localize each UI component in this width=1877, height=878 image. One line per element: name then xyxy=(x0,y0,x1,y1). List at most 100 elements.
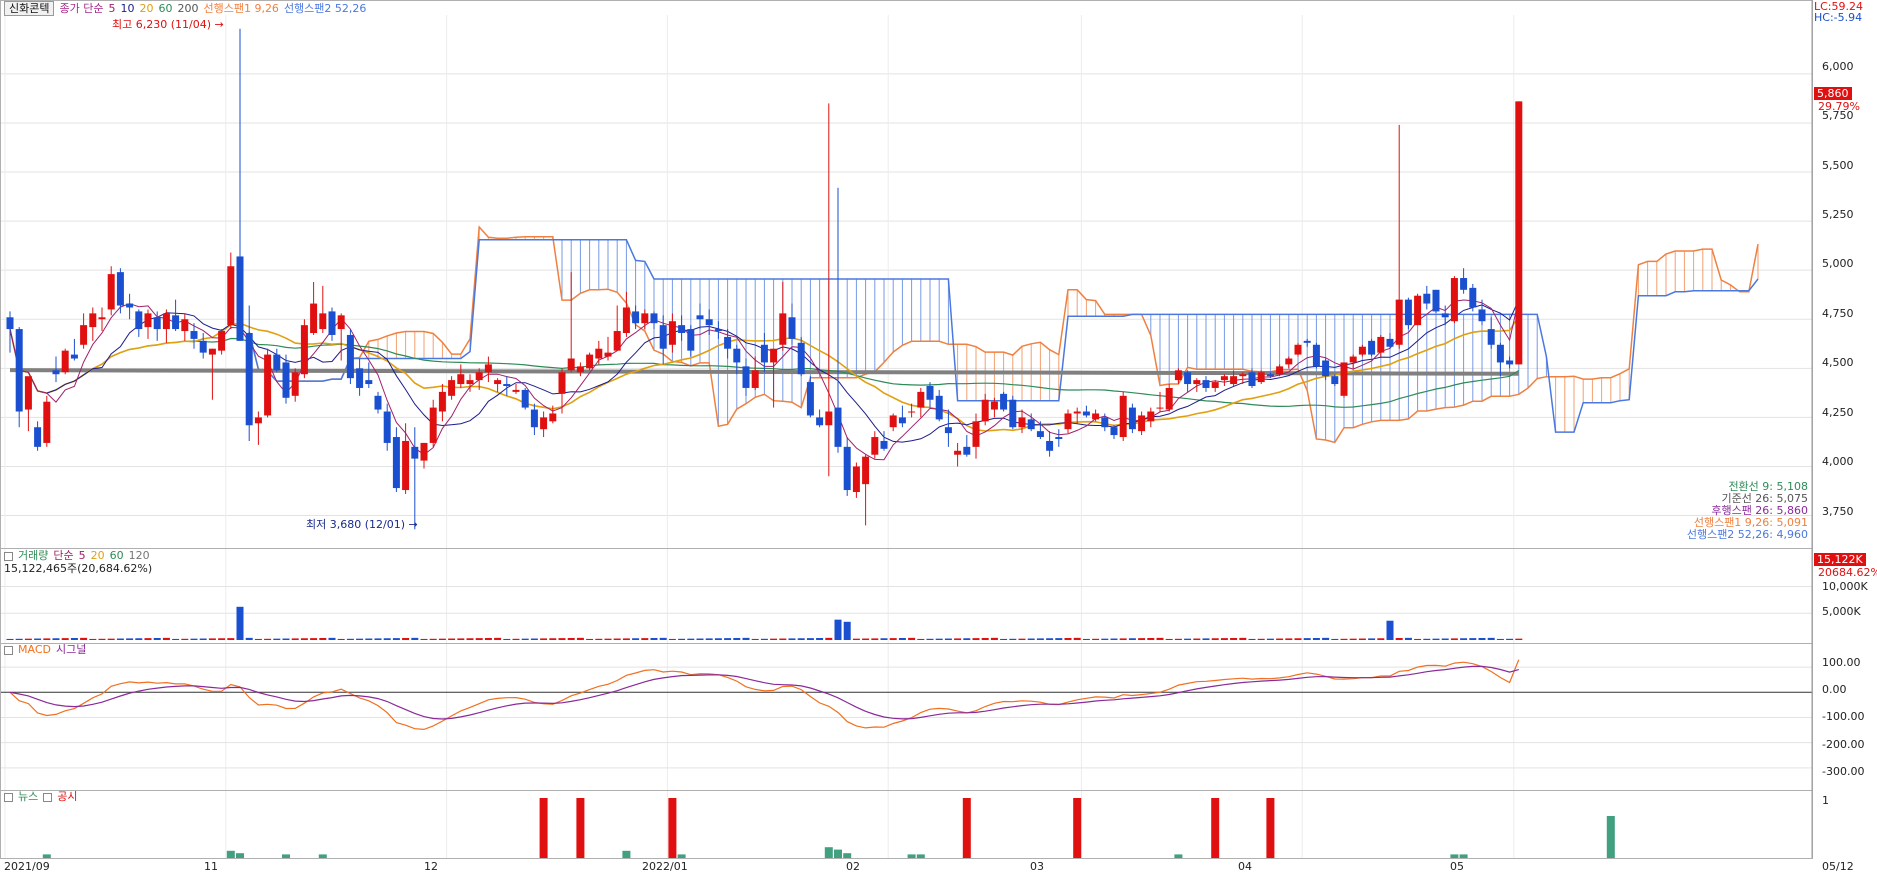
volume-bar xyxy=(760,638,768,640)
price-tick: 4,000 xyxy=(1822,455,1854,468)
candle-body xyxy=(760,344,768,363)
candle-body xyxy=(89,313,97,328)
volume-bar xyxy=(162,637,170,640)
panel-toggle-icon[interactable] xyxy=(4,792,13,802)
vol-ma5: 5 xyxy=(78,549,86,562)
chart-grid xyxy=(0,15,1812,858)
candle-body xyxy=(1303,340,1311,343)
candle-body xyxy=(696,315,704,320)
volume-bar xyxy=(15,638,23,640)
volume-tick: 5,000K xyxy=(1822,605,1861,618)
volume-bar xyxy=(595,638,603,640)
x-tick: 02 xyxy=(846,860,860,873)
x-tick: 04 xyxy=(1238,860,1252,873)
candle-body xyxy=(70,354,78,359)
volume-bar xyxy=(1368,638,1376,640)
high-annotation: 최고 6,230 (11/04) → xyxy=(112,16,224,32)
candle-body xyxy=(1119,395,1127,438)
volume-bar xyxy=(34,638,42,640)
volume-bar xyxy=(521,638,529,640)
volume-bar xyxy=(254,638,262,640)
disclosure-bar xyxy=(1073,798,1082,858)
candle-body xyxy=(236,256,244,341)
volume-bar xyxy=(420,638,428,640)
candle-body xyxy=(6,317,14,330)
macd-lines xyxy=(9,659,1520,731)
disclosure-bar xyxy=(962,798,971,858)
candle-body xyxy=(383,411,391,443)
current-price-box: 5,860 xyxy=(1814,87,1852,100)
volume-bar xyxy=(696,638,704,640)
vol-ma120: 120 xyxy=(128,549,150,562)
candle-body xyxy=(420,442,428,461)
candle-body xyxy=(1322,360,1330,377)
ma10-label: 10 xyxy=(120,2,135,15)
panel-frame xyxy=(0,548,1813,644)
macd-label: MACD xyxy=(18,643,51,656)
candle-body xyxy=(484,364,492,373)
ma200-label: 200 xyxy=(177,2,199,15)
volume-bar xyxy=(1046,638,1054,640)
volume-bar xyxy=(779,638,787,640)
arrow-right-icon: → xyxy=(408,518,418,531)
arrow-right-icon: → xyxy=(214,18,224,31)
panel-toggle-icon[interactable] xyxy=(4,645,13,655)
volume-bar xyxy=(116,638,124,640)
candle-body xyxy=(135,311,143,330)
x-tick: 2021/09 xyxy=(4,860,50,873)
volume-bar xyxy=(1082,638,1090,640)
candle-body xyxy=(61,350,69,373)
candle-body xyxy=(641,313,649,324)
candle-body xyxy=(1368,340,1376,355)
volume-bar xyxy=(438,638,446,640)
candle-body xyxy=(254,417,262,424)
volume-bar xyxy=(356,638,364,640)
volume-bar xyxy=(319,637,327,640)
stock-name-button[interactable]: 신화콘텍 xyxy=(4,1,55,16)
stock-chart[interactable] xyxy=(0,0,1877,878)
volume-bar xyxy=(208,638,216,640)
news-bar xyxy=(907,854,916,858)
volume-bar xyxy=(1248,638,1256,640)
macd-line xyxy=(9,659,1520,731)
price-tick: 5,250 xyxy=(1822,208,1854,221)
candle-body xyxy=(825,411,833,426)
volume-bar xyxy=(273,638,281,640)
candle-body xyxy=(190,331,198,339)
candle-body xyxy=(843,446,851,491)
volume-bar xyxy=(1423,638,1431,640)
candle-body xyxy=(319,313,327,330)
candle-body xyxy=(880,440,888,449)
volume-bar xyxy=(503,638,511,640)
candle-body xyxy=(1432,289,1440,312)
candle-body xyxy=(604,352,612,357)
news-bar xyxy=(226,850,235,858)
volume-bar xyxy=(880,638,888,640)
volume-bar xyxy=(889,638,897,640)
candle-body xyxy=(1202,380,1210,388)
candle-body xyxy=(558,372,566,394)
volume-bar xyxy=(567,637,575,640)
candle-body xyxy=(1239,374,1247,377)
volume-bar xyxy=(1055,638,1063,640)
price-tick: 3,750 xyxy=(1822,505,1854,518)
volume-bar xyxy=(632,638,640,640)
volume-bar xyxy=(1294,638,1302,640)
volume-bar xyxy=(1487,637,1495,640)
volume-bar xyxy=(1220,638,1228,640)
volume-bar xyxy=(613,638,621,640)
volume-bar xyxy=(1515,638,1523,640)
candle-body xyxy=(1147,411,1155,422)
candle-body xyxy=(816,417,824,426)
candle-body xyxy=(1156,407,1164,409)
candle-body xyxy=(457,374,465,385)
volume-bar xyxy=(61,638,69,640)
span2-label: 선행스팬2 52,26 xyxy=(283,2,367,15)
panel-toggle-icon[interactable] xyxy=(43,792,53,802)
candle-body xyxy=(981,399,989,422)
volume-bar xyxy=(549,638,557,640)
volume-bar xyxy=(310,638,318,640)
panel-toggle-icon[interactable] xyxy=(4,551,13,561)
news-bar xyxy=(1174,854,1183,858)
volume-bar xyxy=(1174,638,1182,640)
